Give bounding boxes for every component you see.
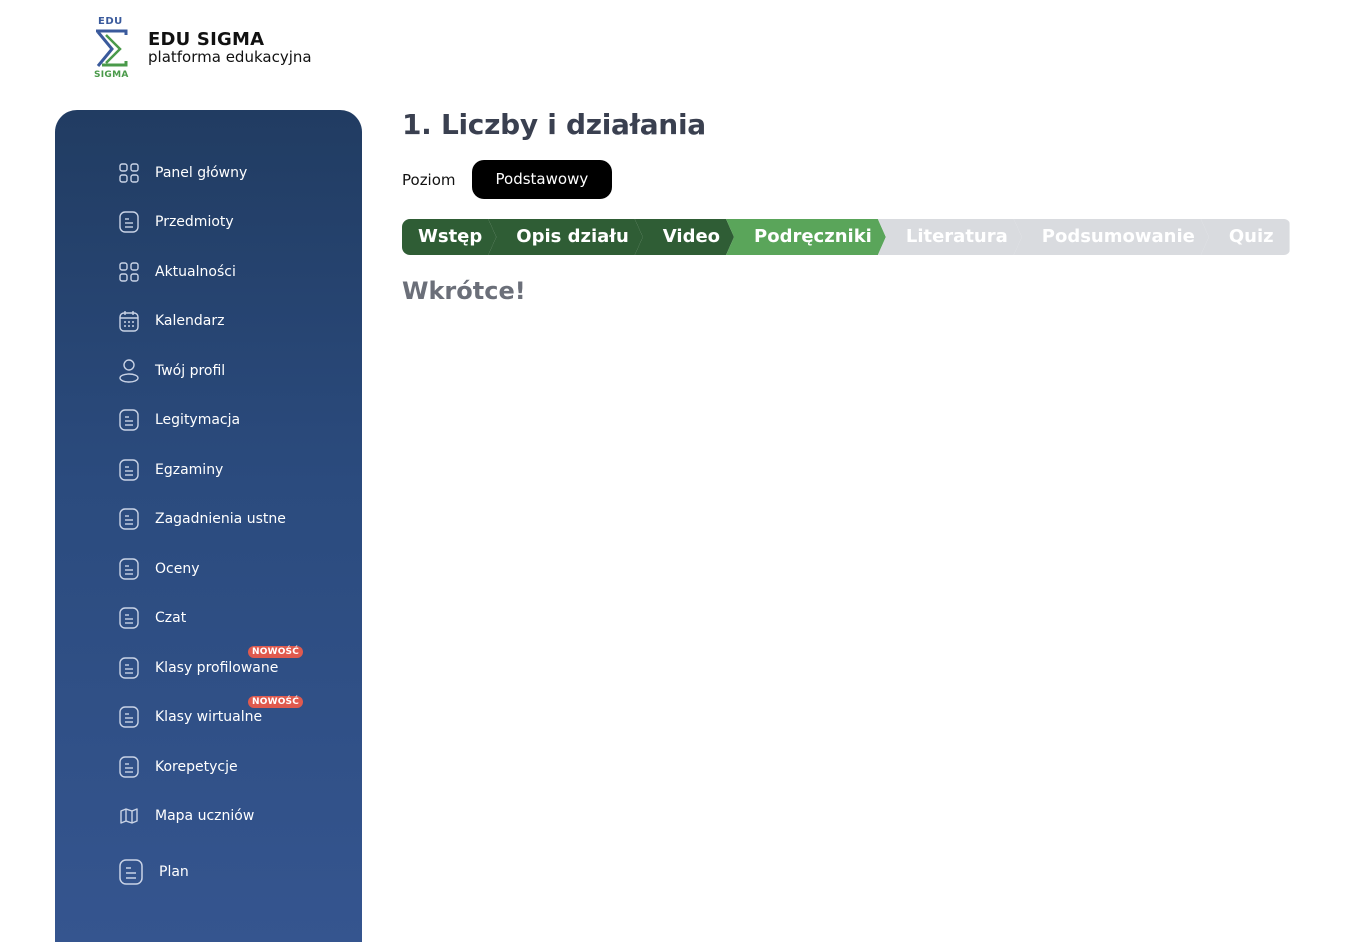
- step-video[interactable]: Video: [635, 219, 734, 255]
- new-badge: NOWOŚĆ: [248, 695, 304, 708]
- sidebar-item-zagadnienia-ustne[interactable]: Zagadnienia ustne: [55, 495, 362, 545]
- sidebar-item-label: Czat: [155, 610, 187, 627]
- sidebar-item-label: Klasy wirtualne: [155, 709, 263, 726]
- level-label: Poziom: [402, 170, 456, 189]
- sidebar-item-klasy-wirtualne[interactable]: Klasy wirtualne NOWOŚĆ: [55, 693, 362, 743]
- section-steps: Wstęp Opis działu Video Podręczniki Lite…: [402, 219, 1290, 255]
- document-icon: [118, 859, 144, 885]
- grid-icon: [118, 261, 140, 283]
- document-icon: [118, 508, 140, 530]
- step-wstep[interactable]: Wstęp: [402, 219, 496, 255]
- sidebar-item-label: Legitymacja: [155, 412, 241, 429]
- sidebar-item-label: Panel główny: [155, 164, 248, 181]
- user-icon: [118, 359, 140, 383]
- sidebar-item-plan[interactable]: Plan: [55, 847, 362, 897]
- document-icon: [118, 657, 140, 679]
- sidebar-item-label: Twój profil: [155, 362, 226, 379]
- sidebar-item-label: Oceny: [155, 560, 200, 577]
- coming-soon-message: Wkrótce!: [402, 277, 526, 305]
- document-icon: [118, 211, 140, 233]
- new-badge: NOWOŚĆ: [248, 646, 304, 658]
- sidebar-item-mapa-uczniow[interactable]: Mapa uczniów: [55, 792, 362, 842]
- document-icon: [118, 409, 140, 431]
- step-podsumowanie[interactable]: Podsumowanie: [1014, 219, 1209, 255]
- sidebar-item-label: Zagadnienia ustne: [155, 511, 286, 528]
- sidebar-item-twoj-profil[interactable]: Twój profil: [55, 346, 362, 396]
- sidebar-item-aktualnosci[interactable]: Aktualności: [55, 247, 362, 297]
- step-quiz[interactable]: Quiz: [1200, 219, 1290, 255]
- document-icon: [118, 558, 140, 580]
- grid-icon: [118, 162, 140, 184]
- logo-mark-bottom: SIGMA: [94, 70, 129, 80]
- sidebar-item-label: Aktualności: [155, 263, 236, 280]
- sidebar-item-legitymacja[interactable]: Legitymacja: [55, 396, 362, 446]
- sidebar-item-klasy-profilowane[interactable]: Klasy profilowane NOWOŚĆ: [55, 643, 362, 693]
- sidebar-item-egzaminy[interactable]: Egzaminy: [55, 445, 362, 495]
- sigma-symbol-icon: [96, 29, 128, 67]
- sidebar-item-label: Korepetycje: [155, 758, 238, 775]
- level-selector[interactable]: Podstawowy: [471, 160, 613, 199]
- sidebar-item-czat[interactable]: Czat: [55, 594, 362, 644]
- brand-subtitle: platforma edukacyjna: [148, 47, 312, 66]
- sidebar-item-korepetycje[interactable]: Korepetycje: [55, 742, 362, 792]
- sidebar-item-label: Kalendarz: [155, 313, 225, 330]
- sidebar-item-label: Przedmioty: [155, 214, 234, 231]
- brand-title: EDU SIGMA: [148, 28, 265, 50]
- document-icon: [118, 607, 140, 629]
- document-icon: [118, 706, 140, 728]
- sidebar-item-przedmioty[interactable]: Przedmioty: [55, 198, 362, 248]
- page-title: 1. Liczby i działania: [402, 108, 706, 141]
- step-literatura[interactable]: Literatura: [878, 219, 1022, 255]
- sidebar: Panel główny Przedmioty Aktualności Kale…: [55, 110, 362, 942]
- document-icon: [118, 756, 140, 778]
- step-podreczniki[interactable]: Podręczniki: [726, 219, 886, 255]
- map-icon: [118, 805, 140, 827]
- sidebar-item-label: Mapa uczniów: [155, 808, 255, 825]
- step-opis-dzialu[interactable]: Opis działu: [488, 219, 643, 255]
- sidebar-item-kalendarz[interactable]: Kalendarz: [55, 297, 362, 347]
- sidebar-item-label: Klasy profilowane: [155, 659, 279, 676]
- sidebar-item-label: Plan: [159, 863, 189, 880]
- calendar-icon: [118, 310, 140, 332]
- document-icon: [118, 459, 140, 481]
- sidebar-item-oceny[interactable]: Oceny: [55, 544, 362, 594]
- sigma-logo-icon: EDU SIGMA: [92, 16, 132, 82]
- main-content: 1. Liczby i działania Poziom Podstawowy …: [402, 108, 1290, 305]
- brand-logo[interactable]: EDU SIGMA EDU SIGMA platforma edukacyjna: [92, 16, 312, 82]
- sidebar-item-label: Egzaminy: [155, 461, 224, 478]
- logo-mark-top: EDU: [98, 16, 123, 27]
- level-row: Poziom Podstawowy: [402, 160, 1282, 199]
- sidebar-item-panel-glowny[interactable]: Panel główny: [55, 148, 362, 198]
